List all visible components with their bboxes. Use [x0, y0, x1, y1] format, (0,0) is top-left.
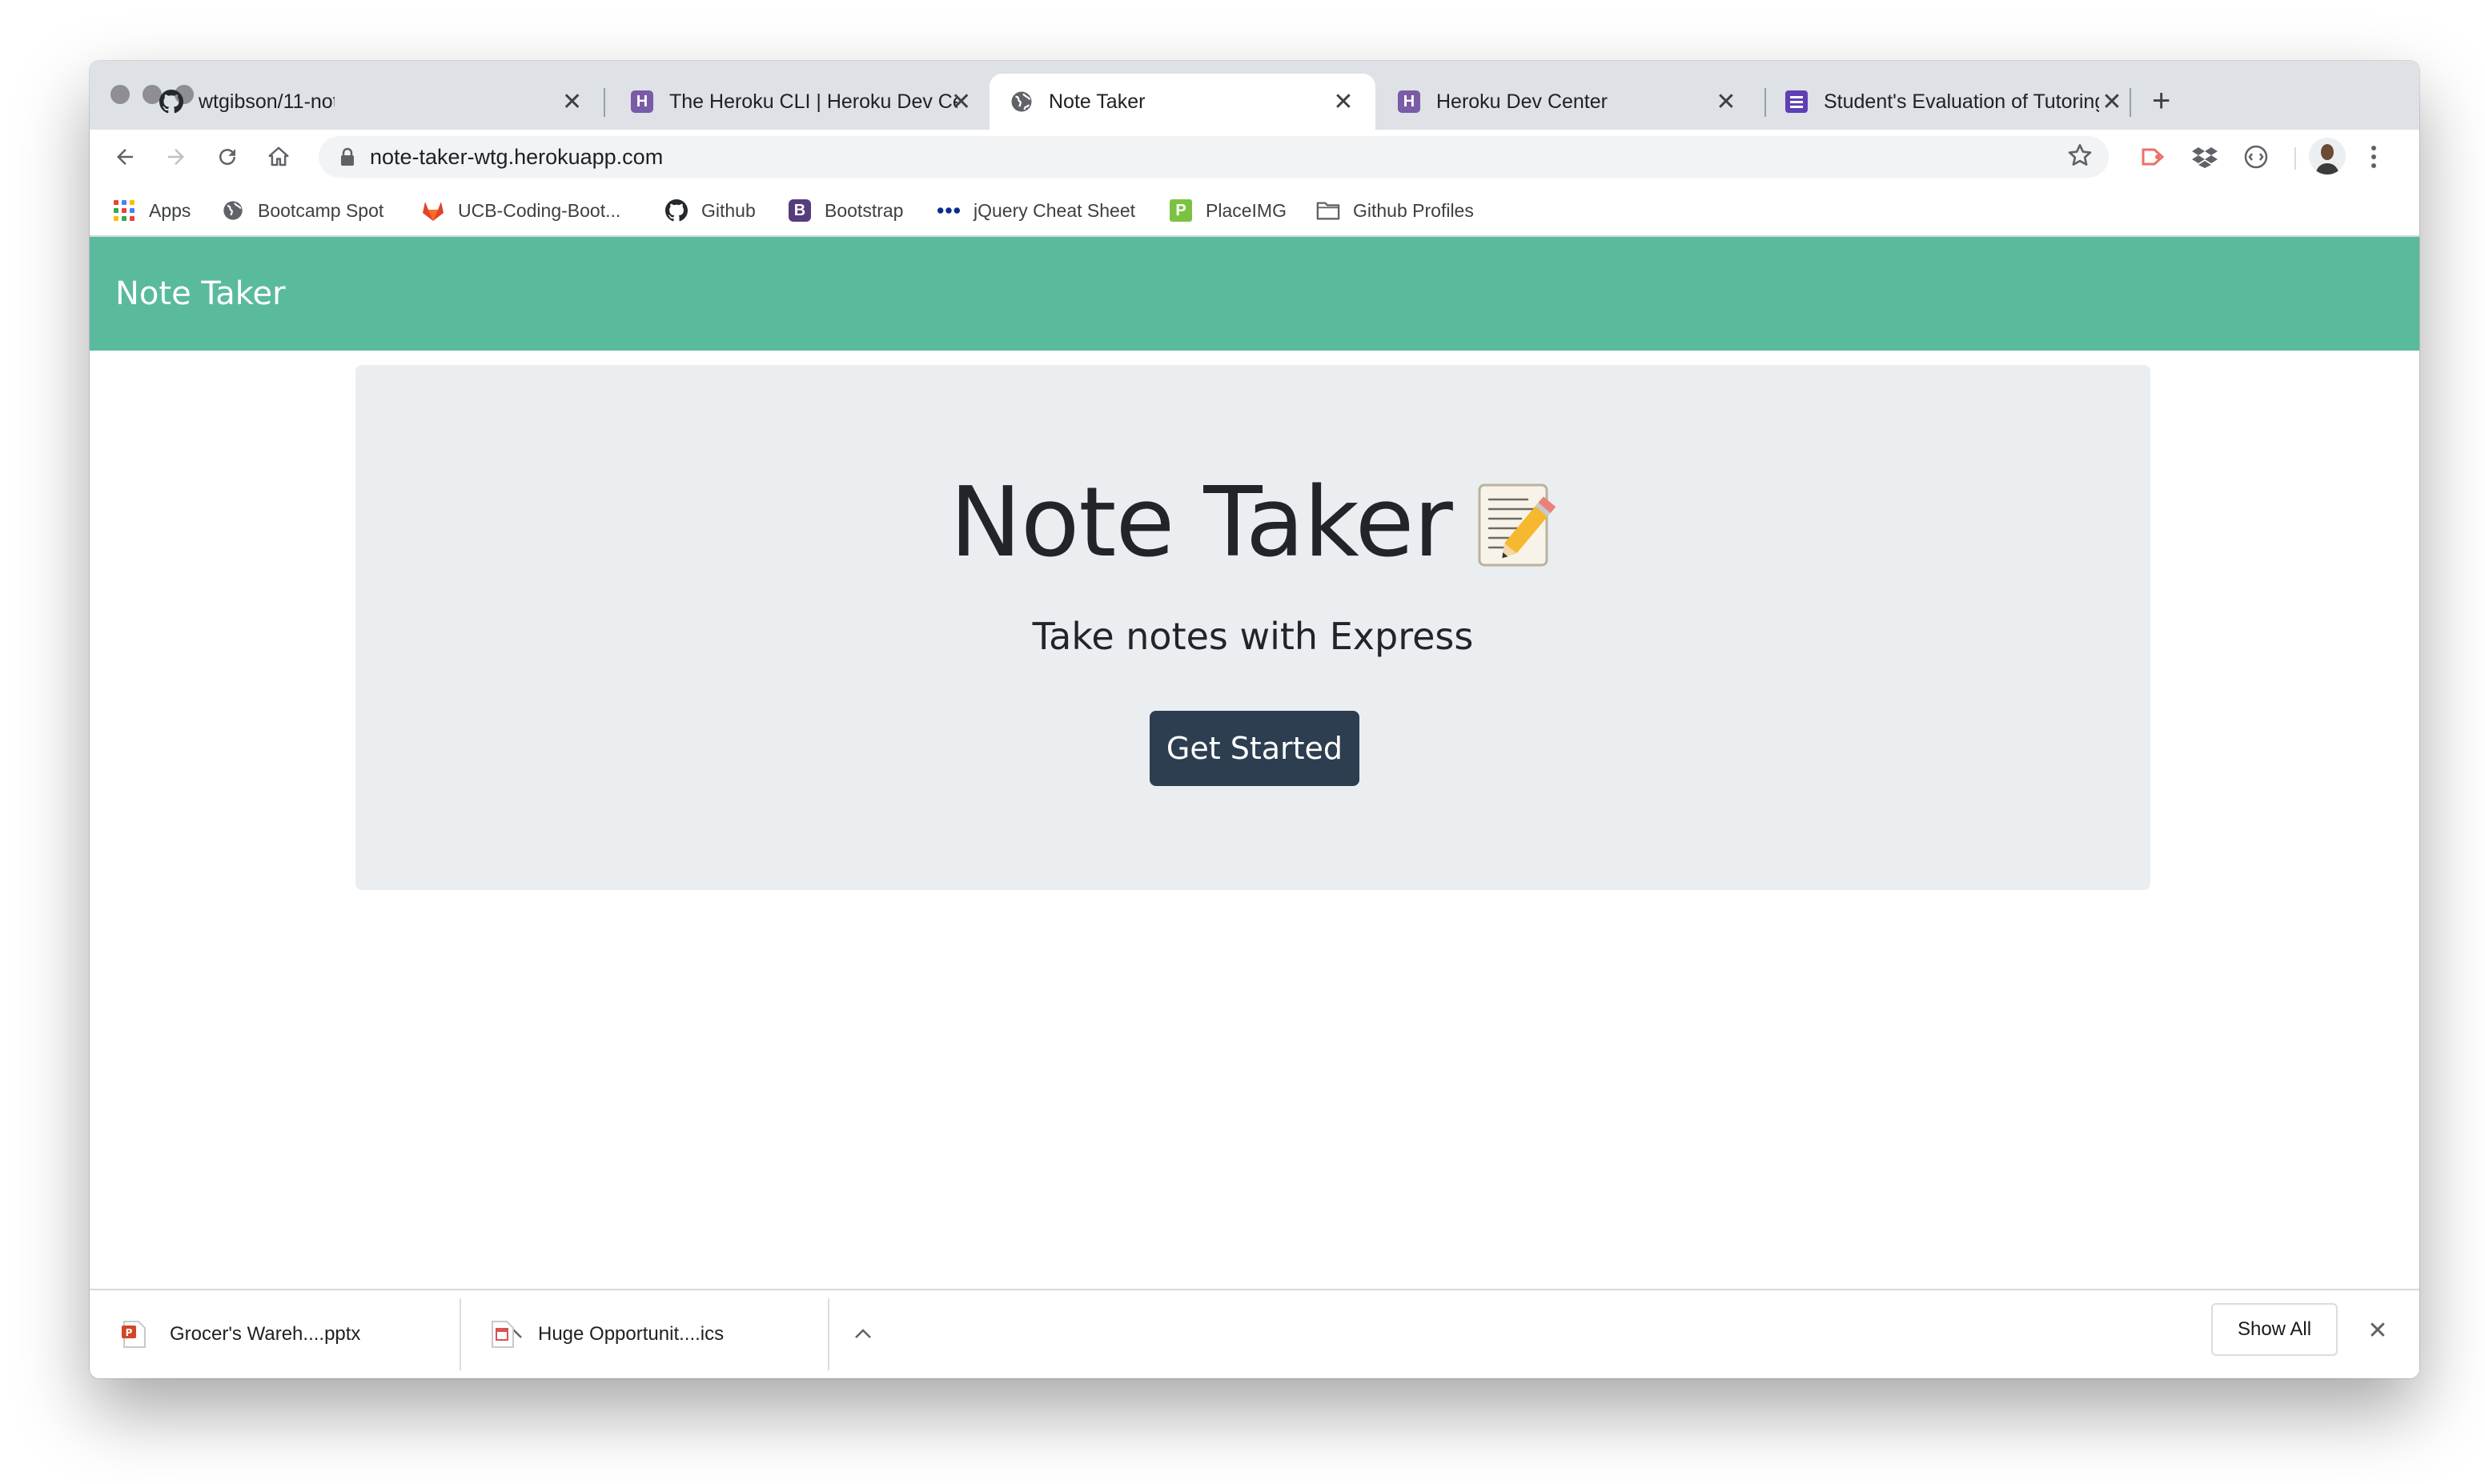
address-bar[interactable]: note-taker-wtg.herokuapp.com — [319, 136, 2109, 178]
page-title: Note Taker — [355, 467, 2150, 579]
tab-title: Student's Evaluation of Tutoring — [1824, 90, 2099, 113]
browser-window: wtgibson/11-note-taker ✕ H The Heroku CL… — [90, 61, 2419, 1378]
bookmark-jquery-cheat-sheet[interactable]: jQuery Cheat Sheet — [937, 197, 1135, 224]
tab-title: Heroku Dev Center — [1436, 90, 1608, 113]
heroku-icon: H — [629, 89, 655, 114]
tab-title: Note Taker — [1049, 90, 1146, 113]
download-filename: Huge Opportunit....ics — [538, 1323, 725, 1345]
heroku-icon: H — [1396, 89, 1422, 114]
bookmarks-bar: Apps Bootcamp Spot UCB-Coding-Boot... Gi… — [90, 184, 2419, 237]
profile-avatar[interactable] — [2309, 138, 2346, 174]
forward-arrow-icon[interactable] — [160, 141, 192, 173]
bookmark-github-profiles[interactable]: Github Profiles — [1316, 197, 1474, 224]
bookmark-label: Apps — [149, 199, 191, 221]
jumbotron: Note Taker Take notes with Express Get S… — [355, 365, 2150, 890]
bookmark-label: PlaceIMG — [1206, 199, 1287, 221]
github-icon — [664, 199, 688, 223]
chevron-up-icon[interactable] — [847, 1318, 879, 1350]
download-divider — [460, 1298, 461, 1370]
page-navbar: Note Taker — [90, 237, 2419, 351]
tab-strip: wtgibson/11-note-taker ✕ H The Heroku CL… — [90, 61, 2419, 130]
apps-grid-icon — [112, 199, 136, 223]
close-tab-icon[interactable]: ✕ — [1713, 89, 1739, 115]
browser-menu-icon[interactable] — [2362, 141, 2386, 173]
close-tab-icon[interactable]: ✕ — [562, 88, 582, 116]
bookmark-label: jQuery Cheat Sheet — [974, 199, 1136, 221]
back-arrow-icon[interactable] — [109, 141, 141, 173]
get-started-button[interactable]: Get Started — [1150, 711, 1359, 786]
dropbox-icon[interactable] — [2189, 141, 2221, 173]
tab-student-evaluation[interactable]: Student's Evaluation of Tutoring ✕ — [1764, 74, 2144, 130]
tab-note-taker[interactable]: Note Taker ✕ — [990, 74, 1375, 130]
bookmark-label: Github Profiles — [1353, 199, 1474, 221]
folder-icon — [1316, 199, 1340, 223]
close-tab-icon[interactable]: ✕ — [1331, 89, 1356, 115]
close-tab-icon[interactable]: ✕ — [951, 88, 971, 116]
bookmark-ucb-coding-boot[interactable]: UCB-Coding-Boot... — [421, 197, 620, 224]
reload-icon[interactable] — [211, 141, 243, 173]
download-item-pptx[interactable]: P Grocer's Wareh....pptx — [122, 1290, 522, 1378]
bookmark-github[interactable]: Github — [664, 197, 756, 224]
tab-divider — [604, 88, 605, 117]
github-icon — [159, 89, 184, 114]
show-all-button[interactable]: Show All — [2211, 1303, 2338, 1356]
cast-extension-icon[interactable] — [2138, 141, 2170, 173]
bootstrap-icon: B — [788, 199, 812, 223]
tab-divider — [2130, 88, 2131, 117]
extension-circle-icon[interactable] — [2240, 141, 2272, 173]
download-item-ics[interactable]: Huge Opportunit....ics — [490, 1290, 906, 1378]
dots-icon — [937, 199, 961, 223]
download-shelf: P Grocer's Wareh....pptx Huge Opportunit… — [90, 1289, 2419, 1378]
web-page: Note Taker Note Taker Take notes with Ex… — [90, 237, 2419, 1289]
download-filename: Grocer's Wareh....pptx — [170, 1323, 361, 1345]
bookmark-placeimg[interactable]: P PlaceIMG — [1169, 197, 1287, 224]
url-text: note-taker-wtg.herokuapp.com — [370, 144, 664, 169]
home-icon[interactable] — [263, 141, 295, 173]
tab-title: The Heroku CLI | Heroku Dev Ce — [669, 90, 957, 113]
close-icon[interactable]: ✕ — [2362, 1314, 2394, 1346]
bookmark-label: UCB-Coding-Boot... — [458, 199, 621, 221]
bookmark-apps[interactable]: Apps — [112, 197, 191, 224]
tab-title: wtgibson/11-note-taker — [199, 90, 335, 113]
powerpoint-file-icon: P — [122, 1321, 146, 1348]
page-title-text: Note Taker — [949, 467, 1453, 579]
toolbar-divider — [2294, 147, 2296, 170]
gitlab-icon — [421, 199, 445, 223]
download-divider — [828, 1298, 829, 1370]
new-tab-button[interactable]: + — [2152, 85, 2170, 117]
bookmark-label: Bootcamp Spot — [258, 199, 384, 221]
bookmark-bootstrap[interactable]: B Bootstrap — [788, 197, 903, 224]
globe-icon — [221, 199, 245, 223]
page-subtitle: Take notes with Express — [1032, 615, 1474, 658]
bookmark-label: Github — [701, 199, 756, 221]
bookmark-star-icon[interactable] — [2067, 142, 2093, 175]
browser-toolbar: note-taker-wtg.herokuapp.com — [90, 130, 2419, 184]
bookmark-label: Bootstrap — [825, 199, 904, 221]
placeimg-icon: P — [1169, 199, 1193, 223]
svg-text:P: P — [126, 1327, 133, 1338]
close-tab-icon[interactable]: ✕ — [2099, 89, 2125, 115]
close-window-button[interactable] — [110, 85, 130, 104]
calendar-file-icon — [490, 1321, 514, 1348]
bookmark-bootcamp-spot[interactable]: Bootcamp Spot — [221, 197, 383, 224]
lock-icon — [336, 146, 359, 168]
memo-icon — [1476, 480, 1556, 567]
navbar-brand-link[interactable]: Note Taker — [115, 275, 286, 312]
google-forms-icon — [1784, 89, 1809, 114]
tab-github[interactable]: wtgibson/11-note-taker — [139, 74, 354, 130]
tab-heroku-dev-center[interactable]: H Heroku Dev Center ✕ — [1377, 74, 1758, 130]
globe-icon — [1009, 89, 1034, 114]
